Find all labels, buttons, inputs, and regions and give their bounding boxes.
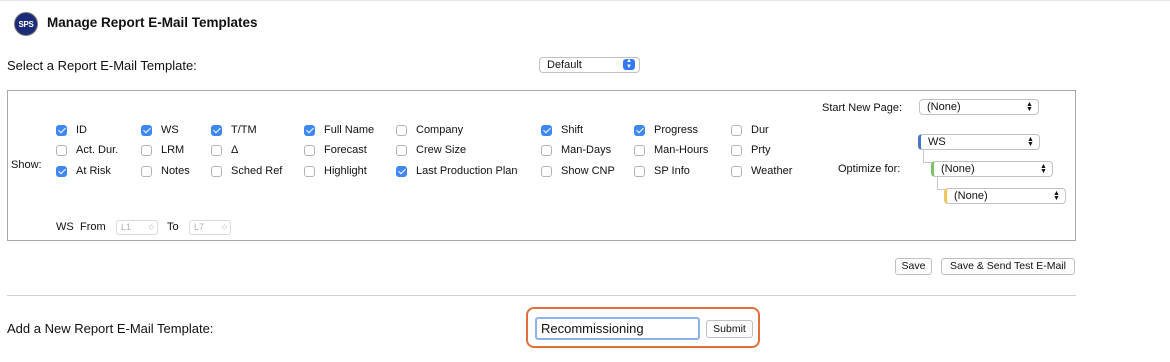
sps-logo: SPS (14, 12, 38, 36)
checkbox-weather[interactable] (731, 166, 742, 177)
ws-from-value: L1 (121, 222, 132, 232)
optimize-ws-value: WS (928, 136, 946, 148)
checkbox-dur[interactable] (731, 125, 742, 136)
logo-text: SPS (18, 19, 34, 29)
show-label: Show: (11, 159, 42, 171)
checkbox-sched-ref[interactable] (211, 166, 222, 177)
checkbox-label: Δ (231, 144, 239, 156)
checkbox-sp-info[interactable] (634, 166, 645, 177)
checkbox-progress[interactable] (634, 125, 645, 136)
checkbox-company[interactable] (396, 125, 407, 136)
to-label: To (167, 221, 179, 233)
optimize-for-label: Optimize for: (838, 163, 901, 175)
checkbox-crew-size[interactable] (396, 145, 407, 156)
tree-connector (923, 150, 932, 163)
start-new-page-select[interactable]: (None) ▲ ▼ (919, 99, 1039, 115)
optimize-second-value: (None) (941, 163, 975, 175)
checkbox-label: Highlight (324, 165, 367, 177)
submit-button[interactable]: Submit (706, 320, 753, 338)
checkbox-label: Man-Hours (654, 144, 709, 156)
checkbox-label: Weather (751, 165, 793, 177)
template-select-value: Default (547, 59, 582, 71)
ws-to-select[interactable]: L7 ◇ (189, 220, 231, 235)
optimize-third-select[interactable]: (None) ▲ ▼ (944, 188, 1066, 204)
top-border (0, 0, 1170, 1)
ws-to-value: L7 (194, 222, 205, 232)
checkbox-label: T/TM (231, 124, 257, 136)
new-template-input[interactable] (535, 317, 700, 340)
checkbox-label: Crew Size (416, 144, 467, 156)
checkbox-label: Full Name (324, 124, 375, 136)
checkbox-id[interactable] (56, 125, 67, 136)
checkbox-prty[interactable] (731, 145, 742, 156)
section-divider (7, 295, 1076, 296)
optimize-third-value: (None) (954, 190, 988, 202)
save-send-test-button[interactable]: Save & Send Test E-Mail (941, 258, 1075, 275)
checkbox-show-cnp[interactable] (541, 166, 552, 177)
checkbox-label: Shift (561, 124, 584, 136)
checkbox-label: Company (416, 124, 464, 136)
optimize-ws-select[interactable]: WS ▲ ▼ (918, 134, 1040, 150)
chevron-updown-icon: ▲ ▼ (1053, 190, 1060, 202)
checkbox-forecast[interactable] (304, 145, 315, 156)
chevron-updown-icon: ▲ ▼ (1026, 101, 1033, 113)
checkbox-man-hours[interactable] (634, 145, 645, 156)
checkbox-man-days[interactable] (541, 145, 552, 156)
checkbox-at-risk[interactable] (56, 166, 67, 177)
new-template-label: Add a New Report E-Mail Template: (7, 321, 214, 336)
checkbox-label: Act. Dur. (76, 144, 119, 156)
chevron-updown-icon: ▲ ▼ (623, 58, 635, 70)
save-button[interactable]: Save (895, 258, 932, 275)
start-new-page-label: Start New Page: (822, 102, 903, 114)
checkbox-notes[interactable] (141, 166, 152, 177)
checkbox-shift[interactable] (541, 125, 552, 136)
checkbox-t-tm[interactable] (211, 125, 222, 136)
checkbox-label: Show CNP (561, 165, 615, 177)
checkbox-label: SP Info (654, 165, 690, 177)
from-label: From (80, 221, 106, 233)
checkbox-lrm[interactable] (141, 145, 152, 156)
ws-range-label: WS (56, 221, 74, 233)
checkbox-last-production-plan[interactable] (396, 166, 407, 177)
checkbox-label: Dur (751, 124, 769, 136)
checkbox-label: Sched Ref (231, 165, 283, 177)
chevron-updown-icon: ▲ ▼ (1027, 136, 1034, 148)
checkbox-label: ID (76, 124, 87, 136)
checkbox-label: At Risk (76, 165, 111, 177)
checkbox-label: Progress (654, 124, 699, 136)
checkbox-label: LRM (161, 144, 185, 156)
page-title: Manage Report E-Mail Templates (47, 15, 258, 30)
optimize-second-select[interactable]: (None) ▲ ▼ (931, 161, 1053, 177)
start-new-page-value: (None) (927, 101, 961, 113)
checkbox-act-dur[interactable] (56, 145, 67, 156)
checkbox-full-name[interactable] (304, 125, 315, 136)
checkbox-label: Forecast (324, 144, 367, 156)
checkbox-label: Man-Days (561, 144, 612, 156)
checkbox-label: WS (161, 124, 179, 136)
checkbox-highlight[interactable] (304, 166, 315, 177)
chevron-updown-icon: ◇ (148, 224, 154, 231)
template-select[interactable]: Default ▲ ▼ (539, 57, 640, 73)
chevron-updown-icon: ▲ ▼ (1040, 163, 1047, 175)
checkbox-label: Notes (161, 165, 190, 177)
select-template-label: Select a Report E-Mail Template: (7, 58, 197, 73)
checkbox-label: Last Production Plan (416, 165, 518, 177)
checkbox-label: Prty (751, 144, 771, 156)
checkbox-ws[interactable] (141, 125, 152, 136)
checkbox-[interactable] (211, 145, 222, 156)
chevron-updown-icon: ◇ (221, 224, 227, 231)
ws-from-select[interactable]: L1 ◇ (116, 220, 158, 235)
